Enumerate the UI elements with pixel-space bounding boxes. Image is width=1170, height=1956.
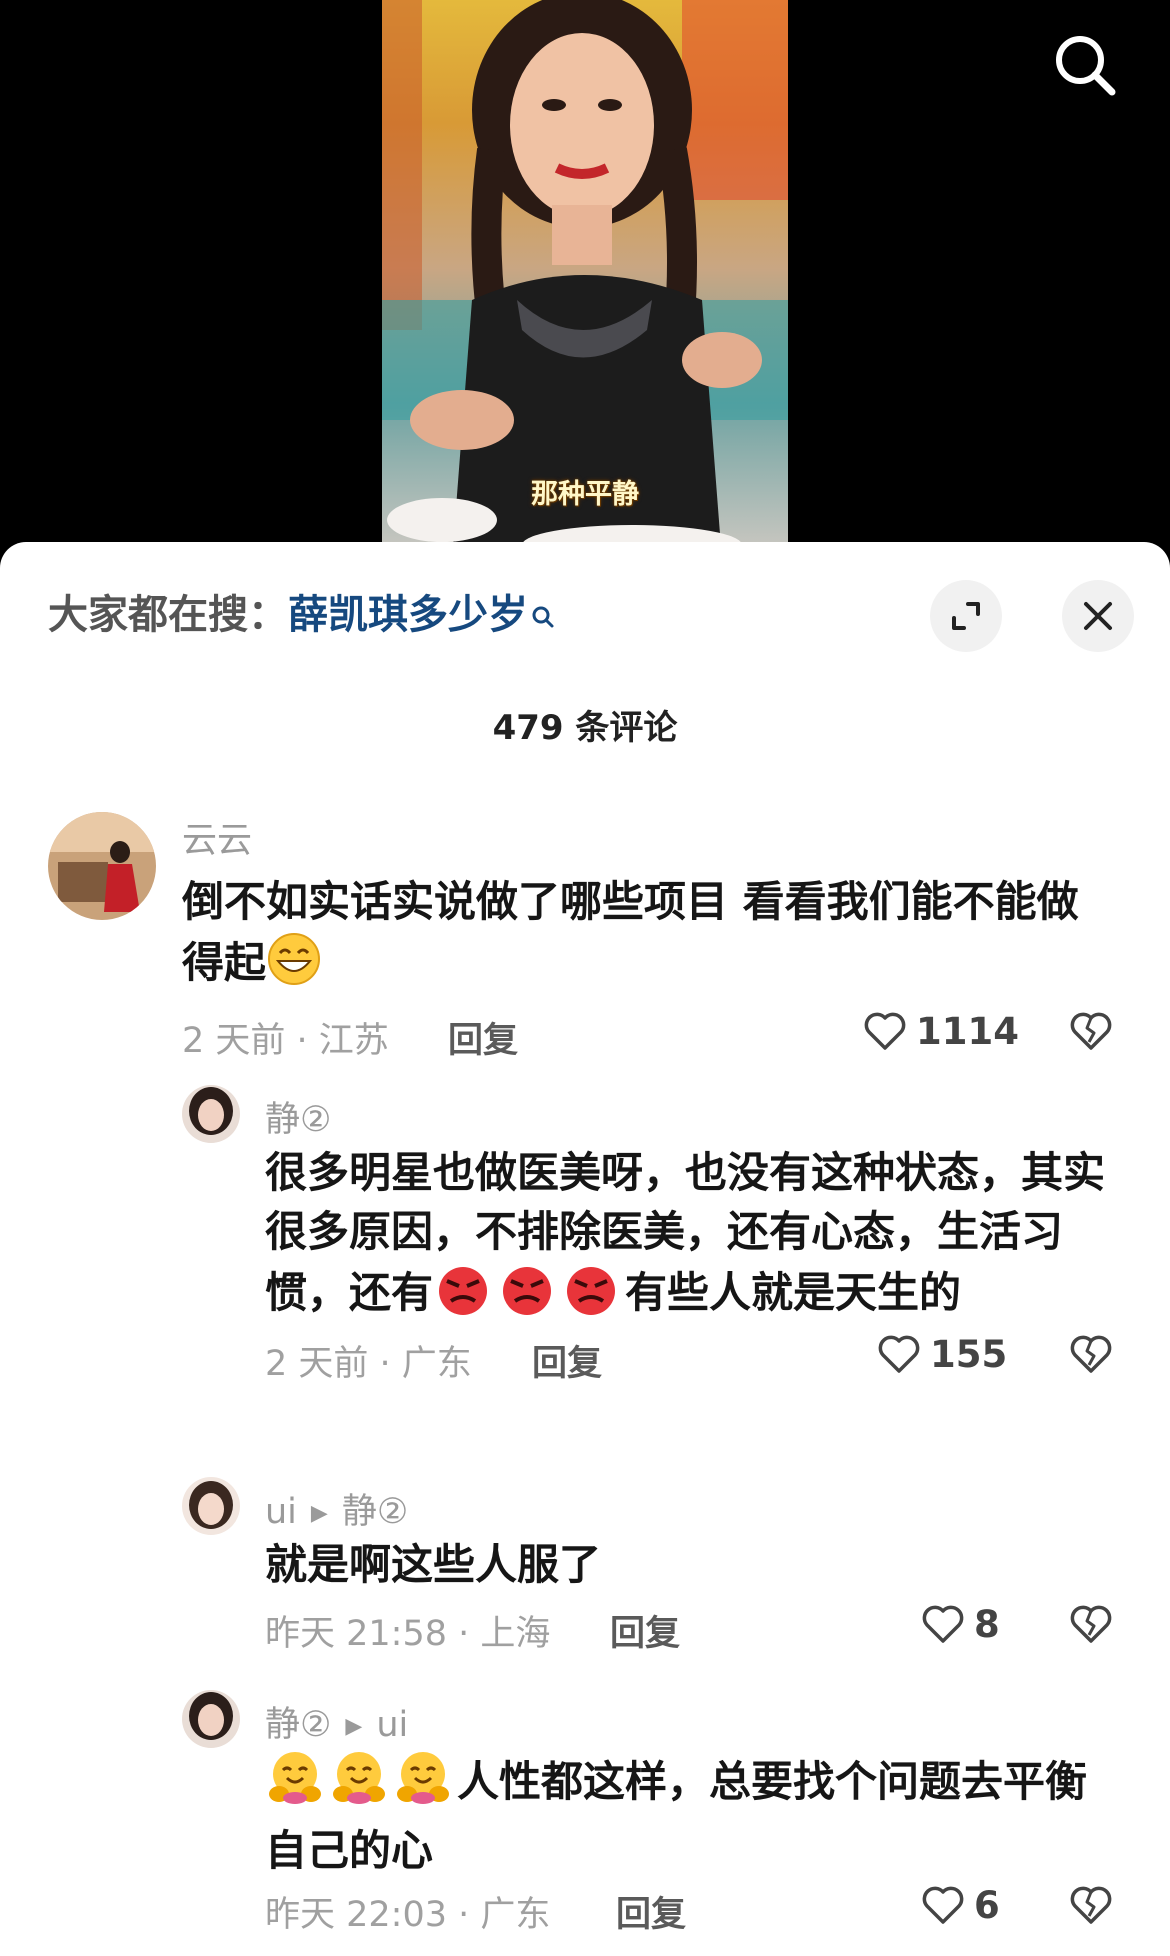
broken-heart-icon xyxy=(1070,1335,1112,1373)
close-icon xyxy=(1084,602,1112,630)
avatar[interactable] xyxy=(48,812,156,920)
comment-author-name[interactable]: ui xyxy=(265,1492,297,1532)
avatar[interactable] xyxy=(182,1690,240,1748)
hugging-face-icon xyxy=(393,1748,453,1821)
hot-search-suggestion[interactable]: 大家都在搜：薛凯琪多少岁 xyxy=(48,590,556,642)
search-icon xyxy=(1056,36,1116,96)
angry-face-icon xyxy=(497,1261,557,1332)
video-frame[interactable]: 那种平静 xyxy=(382,0,788,560)
comment-author[interactable]: 静② xyxy=(265,1091,331,1142)
comment-author-name[interactable]: 静② xyxy=(265,1705,331,1745)
expand-icon xyxy=(952,602,980,630)
broken-heart-icon xyxy=(1070,1886,1112,1924)
dislike-button[interactable] xyxy=(1068,1882,1114,1932)
like-count: 1114 xyxy=(916,1009,1019,1053)
dislike-button[interactable] xyxy=(1068,1601,1114,1651)
reply-button[interactable]: 回复 xyxy=(616,1886,686,1937)
reply-button[interactable]: 回复 xyxy=(610,1605,680,1656)
like-count: 155 xyxy=(930,1332,1008,1376)
comment-text: 人性都这样，总要找个问题去平衡自己的心 xyxy=(265,1748,1125,1880)
comment-text: 倒不如实话实说做了哪些项目 看看我们能不能做得起 xyxy=(182,872,1112,1002)
dislike-button[interactable] xyxy=(1068,1331,1114,1381)
close-button[interactable] xyxy=(1062,580,1134,652)
heart-outline-icon xyxy=(864,1012,906,1050)
comment-author[interactable]: 云云 xyxy=(182,812,252,863)
comment-meta: 2 天前 · 江苏 xyxy=(182,1021,389,1061)
reply-button[interactable]: 回复 xyxy=(448,1012,518,1063)
comment-text: 很多明星也做医美呀，也没有这种状态，其实很多原因，不排除医美，还有心态，生活习惯… xyxy=(265,1143,1125,1332)
comment-author: ui ▶ 静② xyxy=(265,1483,408,1534)
like-button[interactable]: 1114 xyxy=(862,1008,1019,1054)
comment-text-content: 有些人就是天生的 xyxy=(625,1268,962,1317)
hot-search-term[interactable]: 薛凯琪多少岁 xyxy=(288,592,528,638)
comments-sheet: 大家都在搜：薛凯琪多少岁 479 条评论 云云 倒不如实话实说做了哪些项目 看看… xyxy=(0,542,1170,1956)
comment-meta: 昨天 21:58 · 上海 xyxy=(265,1614,551,1654)
like-button[interactable]: 6 xyxy=(920,1882,1000,1928)
comment-item: 云云 倒不如实话实说做了哪些项目 看看我们能不能做得起 2 天前 · 江苏 回复… xyxy=(0,812,1170,1132)
reply-arrow-icon: ▶ xyxy=(345,1714,363,1739)
avatar[interactable] xyxy=(182,1085,240,1143)
like-button[interactable]: 155 xyxy=(876,1331,1007,1377)
reply-arrow-icon: ▶ xyxy=(310,1501,328,1526)
hot-search-prefix: 大家都在搜： xyxy=(48,592,288,638)
expand-button[interactable] xyxy=(930,580,1002,652)
reply-target-name[interactable]: 静② xyxy=(342,1492,408,1532)
video-player[interactable]: 那种平静 xyxy=(0,0,1170,560)
video-subtitle: 那种平静 xyxy=(531,479,639,510)
reply-button[interactable]: 回复 xyxy=(532,1335,602,1386)
broken-heart-icon xyxy=(1070,1605,1112,1643)
like-count: 6 xyxy=(974,1883,1000,1927)
like-count: 8 xyxy=(974,1602,1000,1646)
comment-meta: 2 天前 · 广东 xyxy=(265,1344,472,1384)
hugging-face-icon xyxy=(265,1748,325,1821)
search-button[interactable] xyxy=(1048,28,1124,104)
small-search-icon xyxy=(530,592,556,642)
comment-author: 静② ▶ ui xyxy=(265,1696,408,1747)
grinning-face-icon xyxy=(266,931,322,1002)
sheet-header: 大家都在搜：薛凯琪多少岁 xyxy=(0,542,1170,682)
reply-target-name[interactable]: ui xyxy=(376,1705,408,1745)
reply-comment-item: 静② ▶ ui 人性都这样，总要找个问题去平衡自己的心 昨天 22:03 · 广东 … xyxy=(0,1690,1170,1956)
angry-face-icon xyxy=(433,1261,493,1332)
angry-face-icon xyxy=(561,1261,621,1332)
heart-outline-icon xyxy=(922,1605,964,1643)
comment-meta: 昨天 22:03 · 广东 xyxy=(265,1895,551,1935)
like-button[interactable]: 8 xyxy=(920,1601,1000,1647)
reply-comment-item: 静② 很多明星也做医美呀，也没有这种状态，其实很多原因，不排除医美，还有心态，生… xyxy=(0,1085,1170,1485)
heart-outline-icon xyxy=(922,1886,964,1924)
comment-text: 就是啊这些人服了 xyxy=(265,1540,602,1589)
broken-heart-icon xyxy=(1070,1012,1112,1050)
avatar[interactable] xyxy=(182,1477,240,1535)
hugging-face-icon xyxy=(329,1748,389,1821)
comment-count: 479 条评论 xyxy=(492,708,678,748)
dislike-button[interactable] xyxy=(1068,1008,1114,1058)
reply-comment-item: ui ▶ 静② 就是啊这些人服了 昨天 21:58 · 上海 回复 8 xyxy=(0,1477,1170,1677)
heart-outline-icon xyxy=(878,1335,920,1373)
